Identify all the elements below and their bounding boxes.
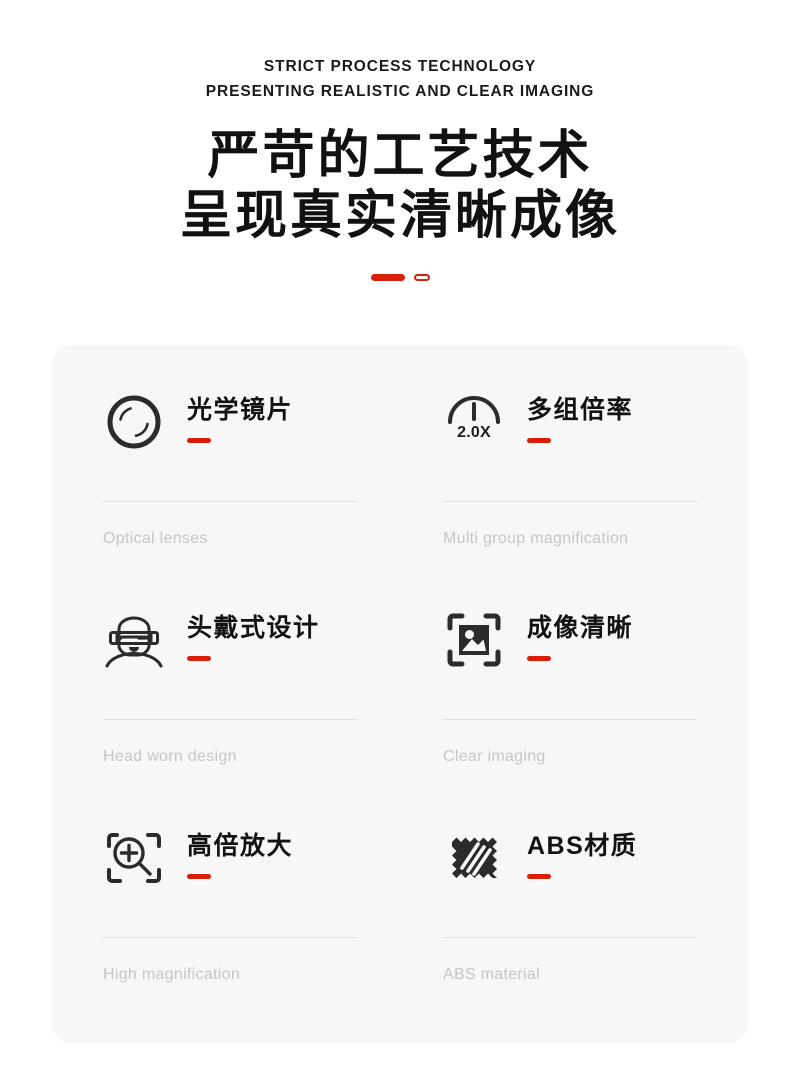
divider-ornament — [0, 274, 800, 281]
feature-title-en: Multi group magnification — [443, 530, 629, 547]
title-accent-bar — [187, 656, 211, 661]
headline-line-2: 呈现真实清晰成像 — [179, 187, 620, 245]
feature-item-high-magnification: 高倍放大 High magnification — [103, 825, 357, 1043]
feature-titles: 头戴式设计 — [187, 607, 320, 661]
feature-title-zh: ABS材质 — [527, 832, 638, 860]
feature-item-head-worn-design: 头戴式设计 Head worn design — [103, 607, 357, 825]
title-accent-bar — [527, 874, 551, 879]
title-accent-bar — [527, 656, 551, 661]
feature-title-en: Clear imaging — [443, 748, 546, 765]
gauge-value-label: 2.0X — [457, 424, 491, 441]
page-title: 严苛的工艺技术 呈现真实清晰成像 — [0, 126, 800, 246]
ornament-outline-dot — [413, 274, 430, 281]
feature-divider — [443, 501, 697, 502]
feature-titles: 光学镜片 — [187, 389, 293, 443]
optical-lens-icon — [103, 391, 165, 453]
feature-head: ABS材质 — [443, 825, 697, 925]
ornament-bar — [370, 274, 405, 281]
feature-divider — [443, 937, 697, 938]
feature-titles: 成像清晰 — [527, 607, 633, 661]
feature-grid: 光学镜片 Optical lenses 2.0X 多组倍率 Multi grou… — [103, 389, 697, 1043]
feature-item-clear-imaging: 成像清晰 Clear imaging — [443, 607, 697, 825]
feature-title-zh: 成像清晰 — [527, 614, 634, 642]
feature-title-en: High magnification — [103, 966, 241, 983]
feature-titles: 高倍放大 — [187, 825, 293, 879]
title-accent-bar — [187, 874, 211, 879]
feature-title-zh: 高倍放大 — [187, 832, 294, 860]
abs-fabric-swatch-icon — [443, 827, 505, 889]
feature-divider — [103, 719, 357, 720]
head-mounted-vr-icon — [103, 609, 165, 671]
feature-title-zh: 光学镜片 — [187, 396, 294, 424]
feature-title-en: Head worn design — [103, 748, 237, 765]
feature-card: 光学镜片 Optical lenses 2.0X 多组倍率 Multi grou… — [52, 345, 748, 1043]
feature-head: 2.0X 多组倍率 — [443, 389, 697, 489]
feature-item-abs-material: ABS材质 ABS material — [443, 825, 697, 1043]
feature-title-en: Optical lenses — [103, 530, 208, 547]
feature-divider — [443, 719, 697, 720]
clear-image-frame-icon — [443, 609, 505, 671]
magnifier-plus-icon — [103, 827, 165, 889]
eyebrow-line-1: STRICT PROCESS TECHNOLOGY — [263, 58, 537, 75]
page-header: STRICT PROCESS TECHNOLOGY PRESENTING REA… — [0, 0, 800, 281]
feature-titles: ABS材质 — [527, 825, 637, 879]
eyebrow-line-2: PRESENTING REALISTIC AND CLEAR IMAGING — [205, 83, 595, 100]
title-accent-bar — [527, 438, 551, 443]
feature-divider — [103, 501, 357, 502]
feature-titles: 多组倍率 — [527, 389, 633, 443]
feature-head: 成像清晰 — [443, 607, 697, 707]
feature-head: 光学镜片 — [103, 389, 357, 489]
feature-title-en: ABS material — [443, 966, 540, 983]
title-accent-bar — [187, 438, 211, 443]
feature-divider — [103, 937, 357, 938]
feature-head: 头戴式设计 — [103, 607, 357, 707]
feature-item-optical-lenses: 光学镜片 Optical lenses — [103, 389, 357, 607]
magnification-gauge-icon: 2.0X — [443, 391, 505, 453]
feature-title-zh: 头戴式设计 — [187, 614, 320, 642]
feature-title-zh: 多组倍率 — [527, 396, 634, 424]
feature-item-multi-magnification: 2.0X 多组倍率 Multi group magnification — [443, 389, 697, 607]
feature-head: 高倍放大 — [103, 825, 357, 925]
headline-line-1: 严苛的工艺技术 — [207, 127, 593, 185]
